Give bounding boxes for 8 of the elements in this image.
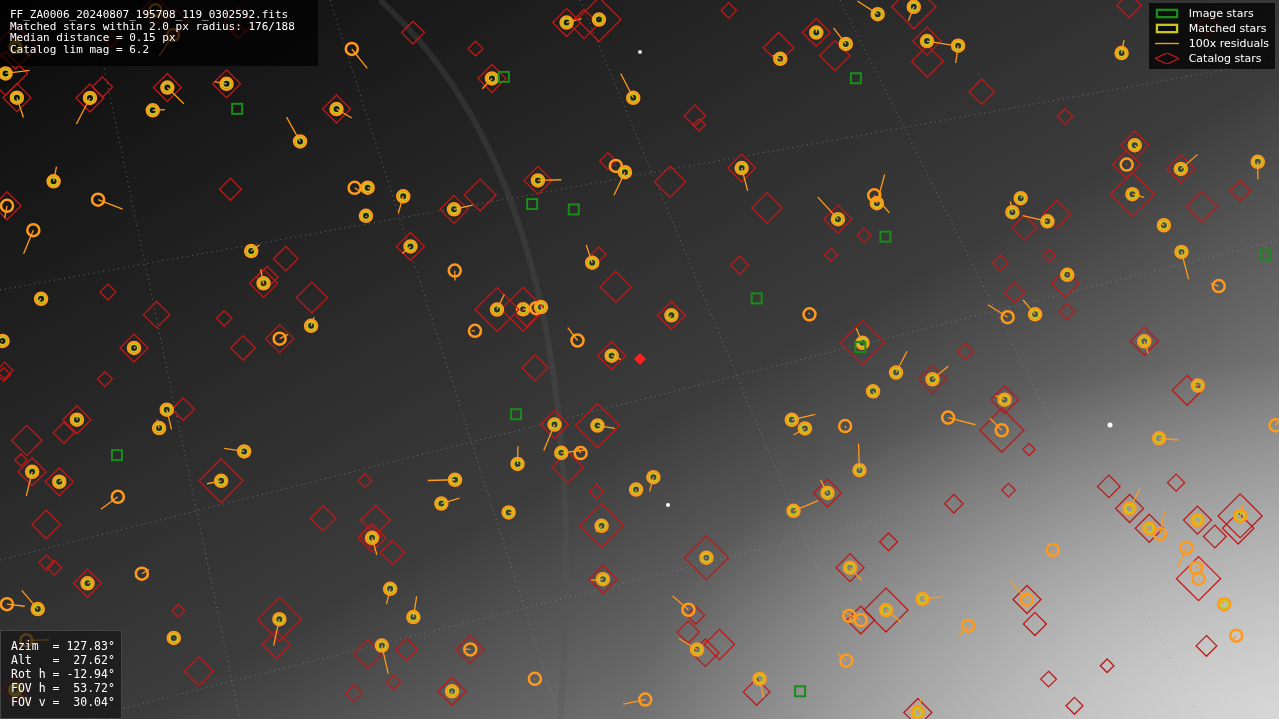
legend-label: Catalog stars [1188, 52, 1262, 65]
legend-label: Matched stars [1188, 22, 1267, 35]
info-text: FF_ZA0006_20240807_195708_119_0302592.fits [10, 9, 290, 21]
info-text: Matched stars within 2.0 px radius: 176/188 [10, 20, 296, 32]
info-text: Median distance = 0.15 px [10, 32, 176, 44]
legend-label: 100x residuals [1188, 37, 1269, 50]
legend-label: Image stars [1188, 7, 1254, 20]
info-text: Catalog lim mag = 6.2 [10, 43, 151, 55]
